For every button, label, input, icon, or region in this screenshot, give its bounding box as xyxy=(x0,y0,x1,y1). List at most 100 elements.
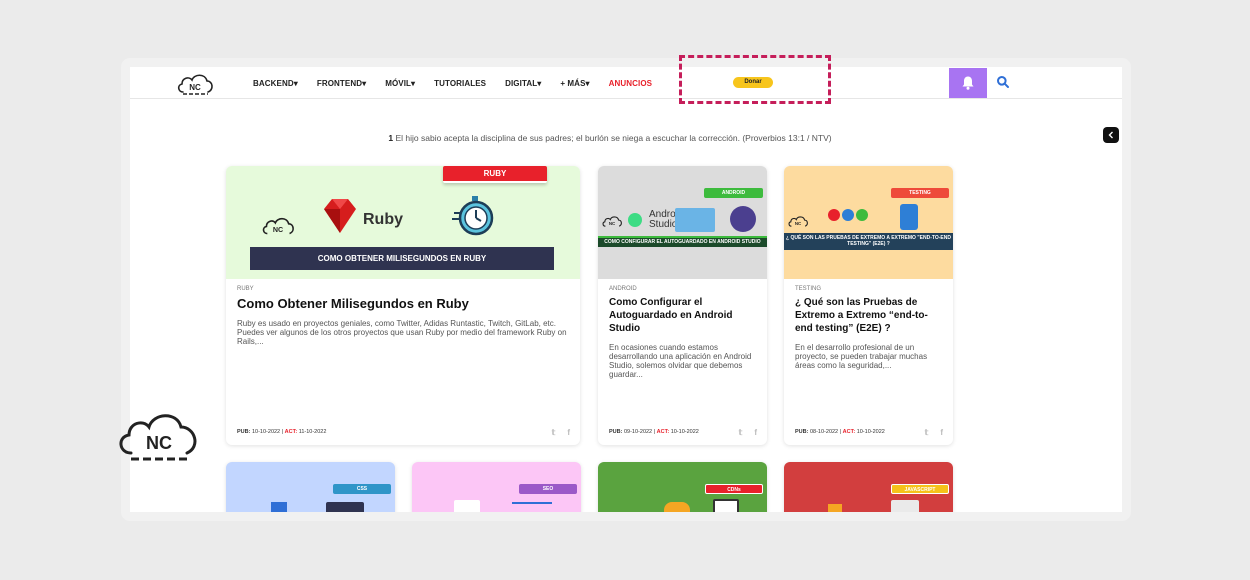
search-doc-icon xyxy=(454,500,480,512)
website-viewport: NC BACKEND▾ FRONTEND▾ MÓVIL▾ TUTORIALES … xyxy=(130,67,1122,512)
act-date: 10-10-2022 xyxy=(670,429,699,435)
category-tag: CDNs xyxy=(705,484,763,494)
post-excerpt: En ocasiones cuando estamos desarrolland… xyxy=(609,343,752,379)
search-icon xyxy=(997,76,1009,88)
logo-text: NC xyxy=(189,83,201,92)
gear-icon xyxy=(842,209,854,221)
pub-date: 09-10-2022 xyxy=(623,429,653,435)
image-banner: COMO OBTENER MILISEGUNDOS EN RUBY xyxy=(250,247,554,270)
monitor-icon xyxy=(713,499,739,512)
twitter-icon[interactable]: 𝕥 xyxy=(552,428,556,437)
post-title[interactable]: ¿ Qué son las Pruebas de Extremo a Extre… xyxy=(795,296,942,335)
collapse-button[interactable] xyxy=(1103,127,1119,143)
image-banner: COMO CONFIGURAR EL AUTOGUARDADO EN ANDRO… xyxy=(598,236,767,247)
act-date: 11-10-2022 xyxy=(298,429,327,435)
act-label: ACT: xyxy=(284,429,298,435)
pub-date: 10-10-2022 xyxy=(251,429,281,435)
act-date: 10-10-2022 xyxy=(856,429,885,435)
verse-text: El hijo sabio acepta la disciplina de su… xyxy=(393,133,832,143)
post-thumbnail[interactable]: RUBY NC Ruby COMO OBTENER MILISEGUNDOS E… xyxy=(226,166,580,279)
post-category[interactable]: TESTING xyxy=(795,286,942,292)
post-card-android[interactable]: ANDROID NC Android Studio COMO CONFIGURA… xyxy=(598,166,767,445)
svg-text:NC: NC xyxy=(273,226,283,234)
category-tag: ANDROID xyxy=(704,188,763,198)
category-tag: CSS xyxy=(333,484,391,494)
post-dates: PUB: 08-10-2022 | ACT: 10-10-2022 xyxy=(795,429,885,435)
twitter-icon[interactable]: 𝕥 xyxy=(925,428,929,437)
category-tag: TESTING xyxy=(891,188,949,198)
nav-item-digital[interactable]: DIGITAL▾ xyxy=(505,79,541,88)
search-button[interactable] xyxy=(996,75,1010,89)
notifications-button[interactable] xyxy=(949,68,987,98)
svg-text:NC: NC xyxy=(609,221,616,226)
android-studio-icon xyxy=(628,213,642,227)
image-brand-text: Ruby xyxy=(363,211,403,228)
nav-item-anuncios[interactable]: ANUNCIOS xyxy=(609,79,652,88)
pub-date: 08-10-2022 xyxy=(809,429,839,435)
donate-highlight-annotation xyxy=(679,55,831,104)
post-thumbnail[interactable]: TESTING NC ¿ QUÉ SON LAS PRUEBAS DE EXTR… xyxy=(784,166,953,279)
post-title[interactable]: Como Configurar el Autoguardado en Andro… xyxy=(609,296,756,335)
site-logo[interactable]: NC xyxy=(175,70,215,97)
post-card-testing[interactable]: TESTING NC ¿ QUÉ SON LAS PRUEBAS DE EXTR… xyxy=(784,166,953,445)
nav-item-frontend[interactable]: FRONTEND▾ xyxy=(317,79,366,88)
post-category[interactable]: ANDROID xyxy=(609,286,756,292)
category-tag: RUBY xyxy=(443,166,547,183)
image-banner: ¿ QUÉ SON LAS PRUEBAS DE EXTREMO A EXTRE… xyxy=(784,233,953,250)
post-title[interactable]: Como Obtener Milisegundos en Ruby xyxy=(237,296,569,311)
facebook-icon[interactable]: f xyxy=(754,428,757,437)
share-buttons: 𝕥 f xyxy=(552,428,570,437)
post-card-javascript[interactable]: JAVASCRIPT xyxy=(784,462,953,512)
share-buttons: 𝕥 f xyxy=(739,428,757,437)
pub-label: PUB: xyxy=(795,429,809,435)
act-label: ACT: xyxy=(656,429,670,435)
cloud-logo-icon: NC xyxy=(119,414,197,461)
category-tag: JAVASCRIPT xyxy=(891,484,949,494)
post-card-seo[interactable]: SEO xyxy=(412,462,581,512)
stopwatch-icon xyxy=(452,196,494,236)
watermark-logo: NC xyxy=(115,407,203,465)
bell-icon xyxy=(962,76,974,90)
act-label: ACT: xyxy=(842,429,856,435)
svg-text:NC: NC xyxy=(795,221,802,226)
pub-label: PUB: xyxy=(237,429,251,435)
document-icon xyxy=(891,500,919,512)
chevron-left-icon xyxy=(1108,131,1113,139)
screenshot-thumbnail xyxy=(675,208,715,232)
post-card-cdns[interactable]: CDNs xyxy=(598,462,767,512)
category-tag: SEO xyxy=(519,484,577,494)
chart-icon xyxy=(512,502,552,512)
facebook-icon[interactable]: f xyxy=(940,428,943,437)
phone-icon xyxy=(900,204,918,230)
nav-item-mas[interactable]: + MÁS▾ xyxy=(560,79,589,88)
pub-label: PUB: xyxy=(609,429,623,435)
css-icon xyxy=(271,502,287,512)
nav-item-backend[interactable]: BACKEND▾ xyxy=(253,79,298,88)
share-buttons: 𝕥 f xyxy=(925,428,943,437)
check-icon xyxy=(856,209,868,221)
ruby-gem-icon xyxy=(324,199,356,233)
code-editor-icon xyxy=(730,206,756,232)
post-excerpt: Ruby es usado en proyectos geniales, com… xyxy=(237,319,567,346)
cloud-logo-icon: NC xyxy=(262,217,294,235)
post-excerpt: En el desarrollo profesional de un proye… xyxy=(795,343,928,370)
post-dates: PUB: 10-10-2022 | ACT: 11-10-2022 xyxy=(237,429,327,435)
watermark-logo-text: NC xyxy=(146,433,172,453)
facebook-icon[interactable]: f xyxy=(567,428,570,437)
cloud-icon xyxy=(664,502,690,512)
cloud-logo-icon: NC xyxy=(177,74,213,95)
bible-verse: 1 El hijo sabio acepta la disciplina de … xyxy=(130,133,1090,143)
main-nav: BACKEND▾ FRONTEND▾ MÓVIL▾ TUTORIALES DIG… xyxy=(253,67,671,99)
cloud-logo-icon: NC xyxy=(788,216,808,227)
post-thumbnail[interactable]: ANDROID NC Android Studio COMO CONFIGURA… xyxy=(598,166,767,279)
site-header: NC BACKEND▾ FRONTEND▾ MÓVIL▾ TUTORIALES … xyxy=(130,67,1122,99)
js-icon xyxy=(828,504,842,512)
post-card-css[interactable]: CSS xyxy=(226,462,395,512)
browser-icon xyxy=(326,502,364,512)
nav-item-movil[interactable]: MÓVIL▾ xyxy=(385,79,415,88)
twitter-icon[interactable]: 𝕥 xyxy=(739,428,743,437)
error-icon xyxy=(828,209,840,221)
post-category[interactable]: RUBY xyxy=(237,286,569,292)
post-card-ruby[interactable]: RUBY NC Ruby COMO OBTENER MILISEGUNDOS E… xyxy=(226,166,580,445)
nav-item-tutoriales[interactable]: TUTORIALES xyxy=(434,79,486,88)
